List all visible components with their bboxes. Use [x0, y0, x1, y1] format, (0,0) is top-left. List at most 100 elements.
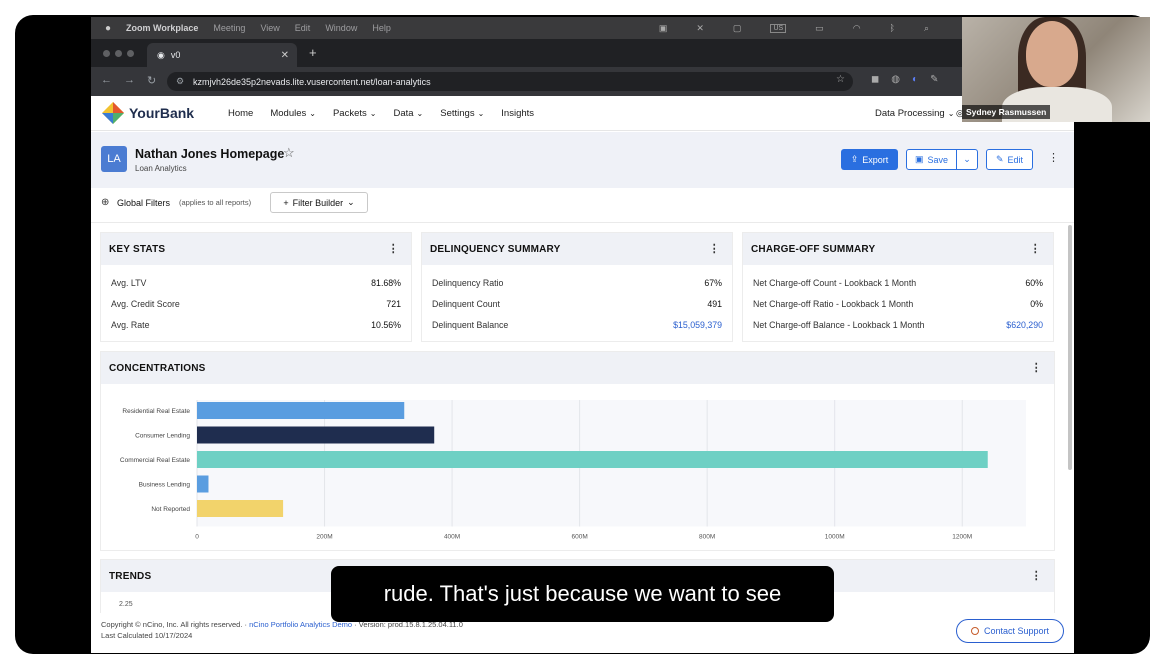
page-more-icon[interactable]: ⋮ [1048, 151, 1059, 164]
nav-data[interactable]: Data ⌄ [393, 108, 423, 119]
brand-logo[interactable]: YourBank [101, 101, 211, 125]
menu-meeting[interactable]: Meeting [213, 23, 245, 33]
x-tick-label: 200M [316, 534, 332, 541]
edit-button[interactable]: ✎ Edit [986, 149, 1033, 170]
reload-icon[interactable]: ↻ [147, 74, 156, 87]
trends-title: TRENDS [109, 570, 152, 582]
save-button[interactable]: ▣ Save [906, 149, 957, 170]
chargeoff-header: CHARGE-OFF SUMMARY ⋮ [743, 233, 1053, 265]
webcam-feed: Sydney Rasmussen [962, 17, 1150, 122]
apple-icon[interactable]: ● [105, 23, 111, 34]
pencil-icon: ✎ [995, 154, 1004, 164]
delinquency-more-icon[interactable]: ⋮ [709, 242, 720, 255]
stat-value-link[interactable]: $620,290 [1006, 320, 1043, 330]
menu-edit[interactable]: Edit [295, 23, 311, 33]
browser-tabstrip: ◉ v0 ✕ + [91, 39, 1074, 67]
trends-axis-tick: 2.25 [119, 601, 133, 608]
filter-builder-label: Filter Builder [292, 197, 344, 208]
wifi-icon[interactable]: ◠ [853, 23, 861, 34]
browser-tab[interactable]: ◉ v0 ✕ [147, 43, 297, 67]
participant-face [1026, 21, 1078, 87]
stat-label: Avg. Rate [111, 320, 150, 330]
list-item: Avg. Credit Score 721 [101, 294, 411, 315]
camera-icon[interactable]: ▣ [659, 23, 668, 34]
page-header: LA Nathan Jones Homepage ☆ Loan Analytic… [91, 132, 1074, 188]
key-stats-more-icon[interactable]: ⋮ [388, 242, 399, 255]
nav-home[interactable]: Home [228, 108, 253, 119]
chart-bar[interactable] [197, 402, 405, 419]
chevron-down-icon: ⌄ [477, 108, 485, 118]
extension-icon-3[interactable]: ◐ [912, 74, 918, 85]
page-avatar: LA [101, 146, 127, 172]
nav-modules[interactable]: Modules ⌄ [270, 108, 316, 119]
contact-support-button[interactable]: Contact Support [956, 619, 1064, 643]
chart-bar[interactable] [197, 451, 988, 468]
nav-settings[interactable]: Settings ⌄ [440, 108, 484, 119]
search-icon[interactable]: ⌕ [924, 23, 929, 34]
extension-icon-2[interactable]: ◍ [891, 74, 900, 85]
extension-icon-4[interactable]: ✎ [930, 74, 938, 85]
export-button[interactable]: ⇪ Export [841, 149, 898, 170]
address-bar[interactable]: ⚙ kzmjvh26de35p2nevads.lite.vusercontent… [167, 72, 853, 91]
x-tick-label: 600M [571, 534, 587, 541]
filter-builder-button[interactable]: + Filter Builder ⌄ [270, 192, 368, 213]
list-item: Delinquent Count 491 [422, 294, 732, 315]
brand-name: YourBank [129, 105, 195, 121]
chart-bar[interactable] [197, 475, 209, 493]
menu-help[interactable]: Help [372, 23, 391, 33]
bluetooth-icon[interactable]: ᛒ [890, 23, 895, 33]
new-tab-icon[interactable]: + [309, 45, 317, 60]
mac-menubar: ● Zoom Workplace Meeting View Edit Windo… [91, 17, 1074, 39]
page-scrollbar[interactable] [1068, 225, 1072, 470]
battery-icon[interactable]: ▭ [815, 23, 824, 34]
chart-bar[interactable] [197, 500, 284, 517]
list-item: Delinquency Ratio 67% [422, 273, 732, 294]
nav-packets[interactable]: Packets ⌄ [333, 108, 377, 119]
stat-label: Avg. LTV [111, 278, 147, 288]
trends-more-icon[interactable]: ⋮ [1031, 569, 1042, 582]
support-ring-icon [970, 627, 979, 635]
contact-support-label: Contact Support [983, 626, 1050, 636]
stat-label: Delinquent Balance [432, 320, 509, 330]
browser-actions: ☆ ◼ ◍ ◐ ✎ [836, 74, 938, 85]
save-options-button[interactable]: ⌄ [956, 149, 978, 170]
stat-value: 0% [1030, 299, 1043, 309]
menu-window[interactable]: Window [325, 23, 357, 33]
nav-insights[interactable]: Insights [501, 108, 534, 119]
back-icon[interactable]: ← [101, 74, 112, 87]
chart-bar[interactable] [197, 426, 435, 444]
stat-label: Delinquent Count [432, 299, 500, 309]
list-item: Avg. LTV 81.68% [101, 273, 411, 294]
screen-share-icon[interactable]: ▢ [733, 23, 742, 34]
close-tab-icon[interactable]: ✕ [281, 50, 289, 61]
input-source-badge[interactable]: US [770, 23, 787, 33]
delinquency-card: DELINQUENCY SUMMARY ⋮ Delinquency Ratio 67… [422, 233, 732, 341]
window-controls[interactable] [103, 50, 134, 57]
extension-icon[interactable]: ◼ [871, 74, 879, 85]
tools-icon[interactable]: ✕ [696, 23, 704, 34]
y-category-label: Commercial Real Estate [120, 457, 190, 464]
global-filters-note: (applies to all reports) [179, 198, 252, 207]
global-filters-bar: ⊕ Global Filters (applies to all reports… [91, 189, 1074, 223]
x-tick-label: 400M [444, 534, 460, 541]
plus-icon: + [283, 197, 289, 208]
menu-view[interactable]: View [260, 23, 279, 33]
site-info-icon[interactable]: ⚙ [176, 76, 184, 87]
delinquency-header: DELINQUENCY SUMMARY ⋮ [422, 233, 732, 265]
menubar-app-name[interactable]: Zoom Workplace [126, 23, 198, 33]
y-category-label: Business Lending [139, 482, 191, 489]
footer-last-calculated: Last Calculated 10/17/2024 [101, 631, 193, 640]
floppy-icon: ▣ [914, 154, 924, 164]
export-label: Export [862, 154, 889, 165]
list-item: Net Charge-off Ratio - Lookback 1 Month 0… [743, 294, 1053, 315]
favorite-star-icon[interactable]: ☆ [283, 145, 295, 161]
concentrations-more-icon[interactable]: ⋮ [1031, 361, 1042, 374]
nav-buttons: ← → ↻ [101, 74, 156, 87]
forward-icon[interactable]: → [124, 74, 135, 87]
bookmark-star-icon[interactable]: ☆ [836, 74, 845, 85]
footer-copyright: Copyright © nCino, Inc. All rights reser… [101, 620, 248, 629]
stat-value-link[interactable]: $15,059,379 [673, 320, 722, 330]
chargeoff-more-icon[interactable]: ⋮ [1030, 242, 1041, 255]
data-processing-menu[interactable]: Data Processing ⌄ [875, 108, 954, 119]
list-item: Net Charge-off Balance - Lookback 1 Mont… [743, 315, 1053, 336]
